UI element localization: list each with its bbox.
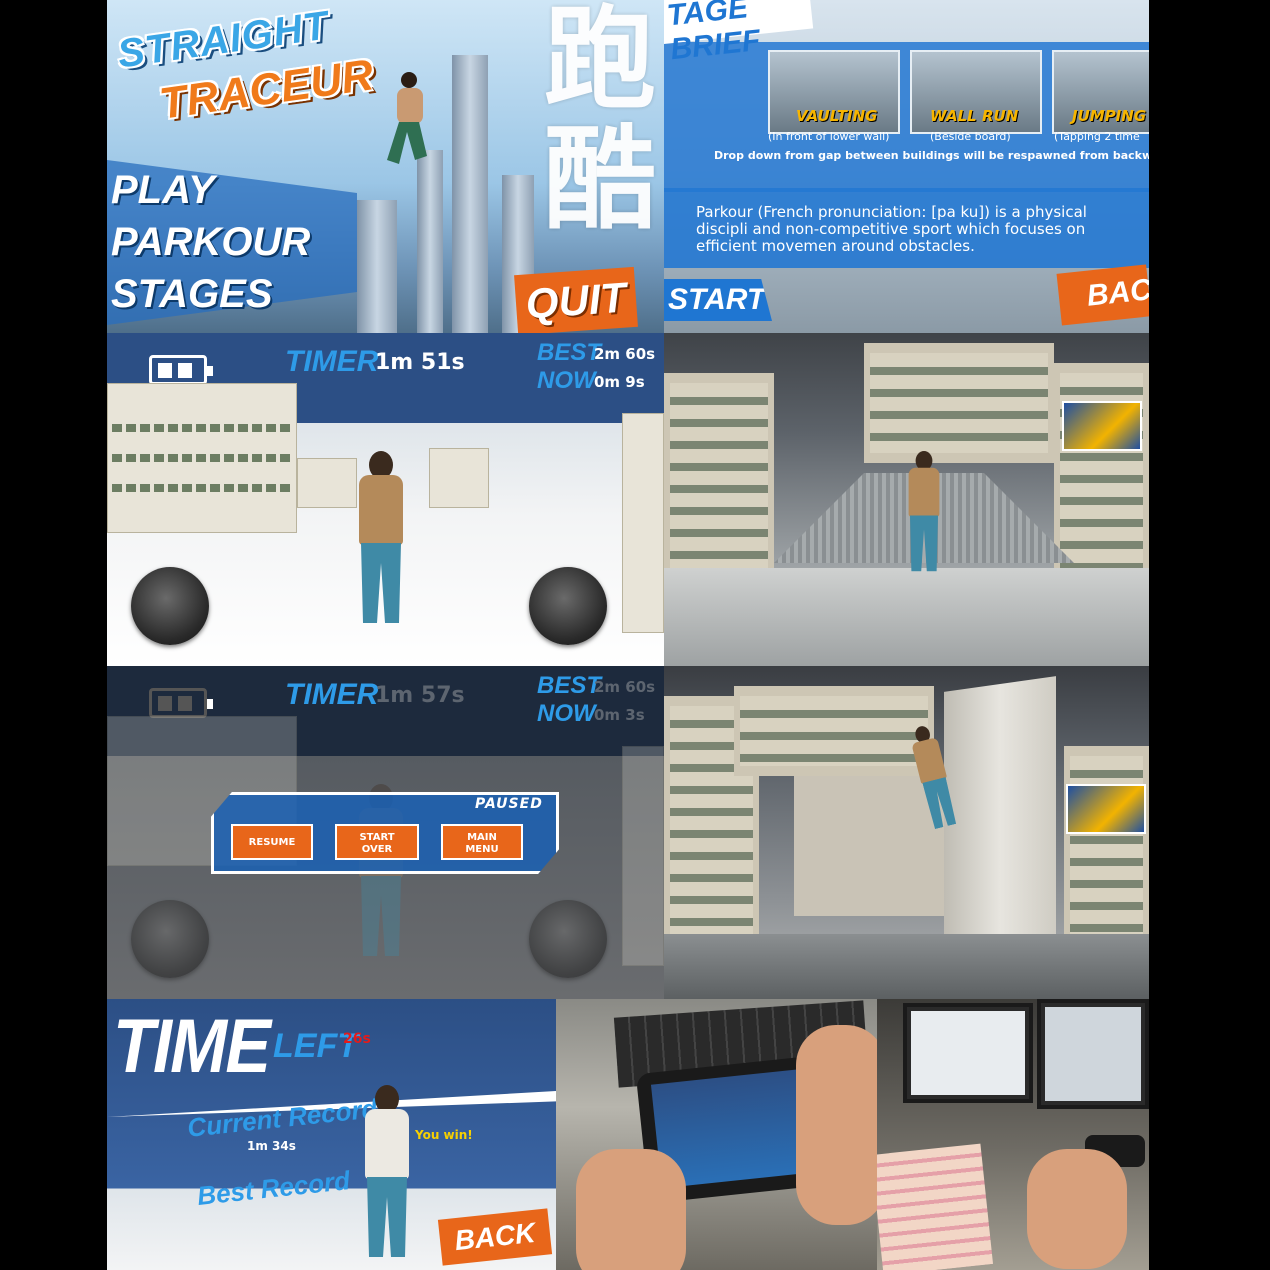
rooftop-building — [107, 383, 297, 533]
right-hand — [796, 1025, 877, 1225]
start-over-button[interactable]: START OVER — [335, 824, 419, 860]
magazine — [877, 1143, 994, 1270]
cjk-title: 跑酷 — [544, 0, 656, 245]
rooftop-wall — [622, 413, 664, 633]
time-label: TIME — [113, 1004, 271, 1089]
player-character — [349, 451, 413, 631]
move-jumping: JUMPING — [1072, 107, 1147, 125]
battery-icon — [149, 688, 213, 718]
menu-stages[interactable]: STAGES — [111, 272, 273, 317]
quit-button[interactable]: QUIT — [514, 266, 638, 333]
move-wallrun: WALL RUN — [930, 107, 1019, 125]
menu-parkour[interactable]: PARKOUR — [111, 220, 310, 265]
start-button[interactable]: START — [664, 279, 772, 321]
best-label: BEST — [537, 339, 602, 366]
best-record-label: Best Record — [195, 1165, 352, 1211]
current-record-value: 1m 34s — [247, 1139, 296, 1153]
move-hint-vaulting: (In front of lower wall) — [768, 130, 890, 143]
menu-play[interactable]: PLAY — [111, 168, 215, 213]
right-joystick[interactable] — [529, 900, 607, 978]
paused-panel: TIMER 1m 57s BEST 2m 60s NOW 0m 3s PAUSE… — [107, 666, 664, 999]
billboard — [1066, 784, 1146, 834]
vaulting-scene-panel — [664, 333, 1149, 666]
right-joystick[interactable] — [529, 567, 607, 645]
battery-icon — [149, 355, 213, 385]
gameplay-panel: TIMER 1m 51s BEST 2m 60s NOW 0m 9s — [107, 333, 664, 666]
wallrun-scene-panel — [664, 666, 1149, 999]
move-hint-jumping: (Tapping 2 time — [1054, 130, 1140, 143]
billboard — [1062, 401, 1142, 451]
now-label: NOW — [537, 367, 596, 394]
now-label: NOW — [537, 700, 596, 727]
hand — [1027, 1149, 1127, 1269]
parkour-quote-text: Parkour (French pronunciation: [pa ku]) … — [696, 203, 1087, 255]
current-record-label: Current Record — [185, 1093, 379, 1143]
distant-building — [297, 458, 357, 508]
win-text: You win! — [415, 1128, 473, 1142]
left-hand — [576, 1149, 686, 1270]
distant-building — [429, 448, 489, 508]
move-vaulting: VAULTING — [796, 107, 878, 125]
now-value: 0m 9s — [594, 373, 645, 391]
now-value: 0m 3s — [594, 706, 645, 724]
ground — [664, 934, 1149, 999]
tenement-building — [864, 343, 1054, 463]
title-screen-panel: STRAIGHT TRACEUR 跑酷 PLAY PARKOUR STAGES … — [107, 0, 664, 333]
photo-phone-gameplay — [556, 999, 877, 1270]
back-button[interactable]: BACK — [437, 1208, 553, 1266]
ledge — [664, 568, 1149, 666]
player-vaulting — [902, 451, 947, 572]
rooftop-wall — [622, 746, 664, 966]
back-button[interactable]: BAC — [1056, 264, 1149, 326]
left-joystick[interactable] — [131, 567, 209, 645]
skyscraper — [357, 200, 397, 333]
player-standing — [355, 1085, 419, 1265]
stage-brief-panel: TAGE BRIEF VAULTING WALL RUN JUMPING (In… — [664, 0, 1149, 333]
resume-button[interactable]: RESUME — [231, 824, 313, 860]
timer-label: TIMER — [285, 678, 379, 711]
jumping-traceur-figure — [387, 72, 427, 164]
paused-title: PAUSED — [475, 796, 543, 812]
timer-label: TIMER — [285, 345, 379, 378]
photo-desk-setup — [877, 999, 1149, 1270]
best-value: 2m 60s — [594, 345, 656, 363]
best-label: BEST — [537, 672, 602, 699]
monitor-left — [903, 1003, 1033, 1103]
monitor-right — [1037, 999, 1149, 1109]
timer-value: 1m 51s — [375, 350, 465, 375]
skyscraper — [452, 55, 488, 333]
parkour-quote: Parkour (French pronunciation: [pa ku]) … — [664, 188, 1149, 268]
result-panel: TIME LEFT 26s Current Record 1m 34s You … — [107, 999, 556, 1270]
respawn-note: Drop down from gap between buildings wil… — [714, 149, 1149, 162]
stage-brief-header: TAGE BRIEF — [664, 0, 814, 66]
timer-value: 1m 57s — [375, 683, 465, 708]
tenement-building — [1064, 746, 1149, 956]
main-menu-button[interactable]: MAIN MENU — [441, 824, 523, 860]
left-joystick[interactable] — [131, 900, 209, 978]
move-hint-wallrun: (Beside board) — [930, 130, 1011, 143]
best-value: 2m 60s — [594, 678, 656, 696]
seconds-left: 26s — [343, 1031, 371, 1047]
